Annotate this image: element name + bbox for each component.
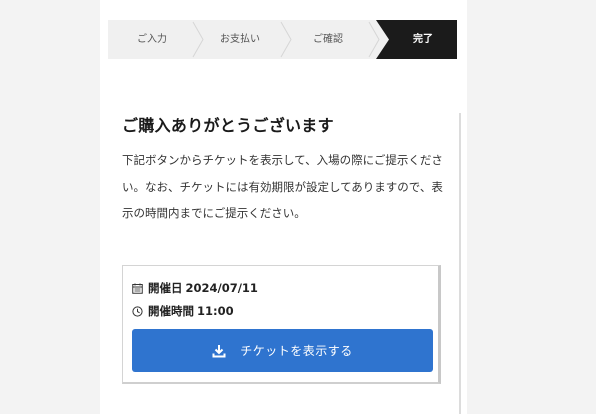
event-time-row: 開催時間 11:00 bbox=[132, 303, 234, 319]
event-date-label: 開催日 bbox=[148, 281, 183, 295]
event-time-label: 開催時間 bbox=[148, 304, 194, 318]
step-separator-chevron-icon bbox=[368, 21, 380, 58]
content-scrollbar[interactable] bbox=[459, 113, 461, 414]
clock-icon bbox=[132, 305, 143, 317]
progress-steps: ご入力 お支払い ご確認 完了 bbox=[108, 20, 457, 59]
show-ticket-button[interactable]: チケットを表示する bbox=[132, 329, 433, 372]
purchase-complete-screen: ご入力 お支払い ご確認 完了 ご購入ありがとうございます 下記ボタンからチケッ… bbox=[100, 0, 467, 414]
step-payment: お支払い bbox=[220, 34, 260, 45]
event-date-value: 2024/07/11 bbox=[185, 281, 258, 295]
download-icon bbox=[212, 344, 226, 357]
step-confirm: ご確認 bbox=[313, 34, 343, 45]
step-separator-chevron-icon bbox=[192, 21, 204, 58]
step-complete-label: 完了 bbox=[413, 34, 433, 45]
step-separator-chevron-icon bbox=[280, 21, 292, 58]
event-time-value: 11:00 bbox=[197, 304, 234, 318]
calendar-icon bbox=[132, 283, 143, 294]
show-ticket-button-label: チケットを表示する bbox=[240, 344, 353, 358]
event-date-row: 開催日 2024/07/11 bbox=[132, 280, 258, 296]
step-input: ご入力 bbox=[137, 34, 167, 45]
ticket-card: 開催日 2024/07/11 開催時間 11:00 チケットを表示する bbox=[122, 265, 441, 384]
page-title: ご購入ありがとうございます bbox=[122, 116, 334, 135]
instruction-text: 下記ボタンからチケットを表示して、入場の際にご提示ください。なお、チケットには有… bbox=[122, 153, 443, 220]
step-complete-current: 完了 bbox=[376, 20, 457, 59]
